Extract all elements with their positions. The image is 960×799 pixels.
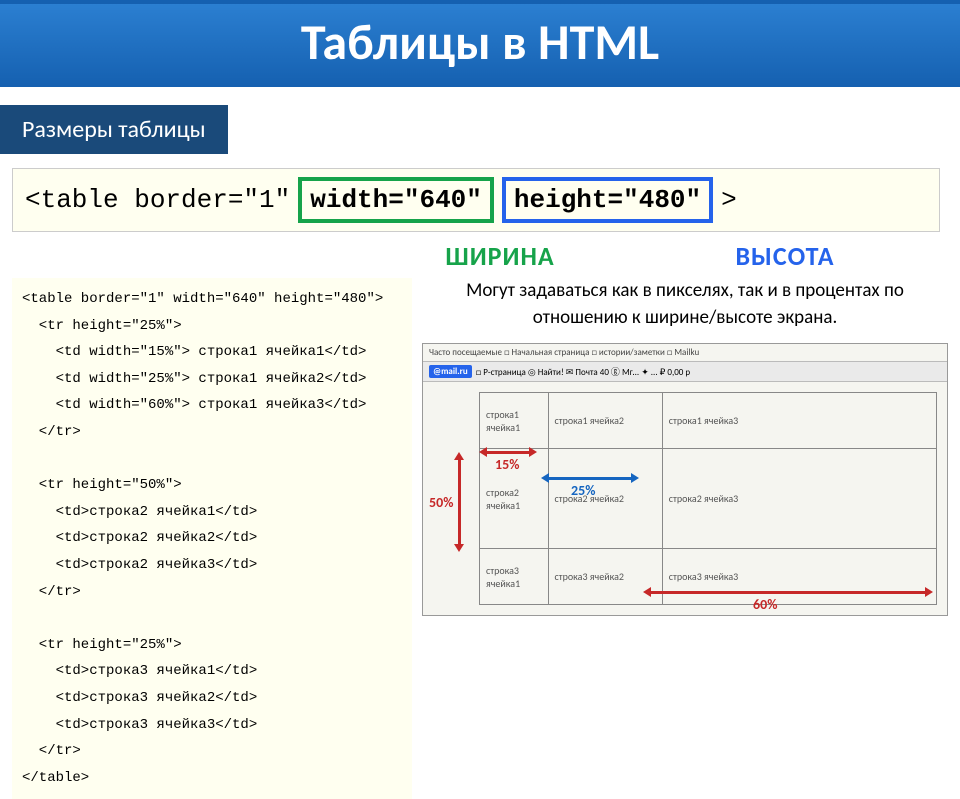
demo-table: строка1 ячейка1 строка1 ячейка2 строка1 …	[479, 392, 937, 605]
mail-badge: @mail.ru	[429, 365, 472, 378]
table-cell: строка1 ячейка1	[480, 393, 549, 449]
code-width-attr: width="640"	[298, 177, 494, 223]
height-label: ВЫСОТА	[630, 240, 940, 272]
table-cell: строка1 ячейка2	[548, 393, 662, 449]
subheading: Размеры таблицы	[0, 105, 228, 154]
table-row: строка1 ячейка1 строка1 ячейка2 строка1 …	[480, 393, 937, 449]
code-banner: <table border="1" width="640" height="48…	[12, 168, 940, 232]
pct-col-60: 60%	[753, 596, 777, 613]
table-cell: строка2 ячейка3	[662, 449, 936, 549]
arrow-col-60	[643, 582, 933, 602]
source-code-block: <table border="1" width="640" height="48…	[12, 278, 412, 799]
code-suffix: >	[721, 185, 737, 215]
demo-table-wrap: строка1 ячейка1 строка1 ячейка2 строка1 …	[423, 382, 947, 615]
slide-title: Таблицы в HTML	[0, 12, 960, 73]
browser-toolbar-mail: @mail.ru □ Р-страница ◎ Найти! ✉ Почта 4…	[423, 362, 947, 382]
code-prefix: <table border="1"	[25, 185, 290, 215]
slide-title-bar: Таблицы в HTML	[0, 0, 960, 87]
attr-labels-row: ШИРИНА ВЫСОТА	[12, 240, 940, 272]
browser-toolbar-items: □ Р-страница ◎ Найти! ✉ Почта 40 ⓖ Мг...…	[476, 365, 690, 378]
description-text: Могут задаваться как в пикселях, так и в…	[422, 278, 948, 331]
code-height-attr: height="480"	[502, 177, 713, 223]
browser-toolbar-bookmarks: Часто посещаемые □ Начальная страница □ …	[423, 344, 947, 362]
pct-col-15: 15%	[495, 456, 519, 473]
pct-row-50: 50%	[429, 494, 453, 511]
table-cell: строка1 ячейка3	[662, 393, 936, 449]
table-row: строка2 ячейка1 строка2 ячейка2 строка2 …	[480, 449, 937, 549]
table-cell: строка3 ячейка1	[480, 549, 549, 605]
table-cell: строка2 ячейка2	[548, 449, 662, 549]
browser-preview: Часто посещаемые □ Начальная страница □ …	[422, 343, 948, 616]
width-label: ШИРИНА	[370, 240, 630, 272]
pct-col-25: 25%	[571, 482, 595, 499]
